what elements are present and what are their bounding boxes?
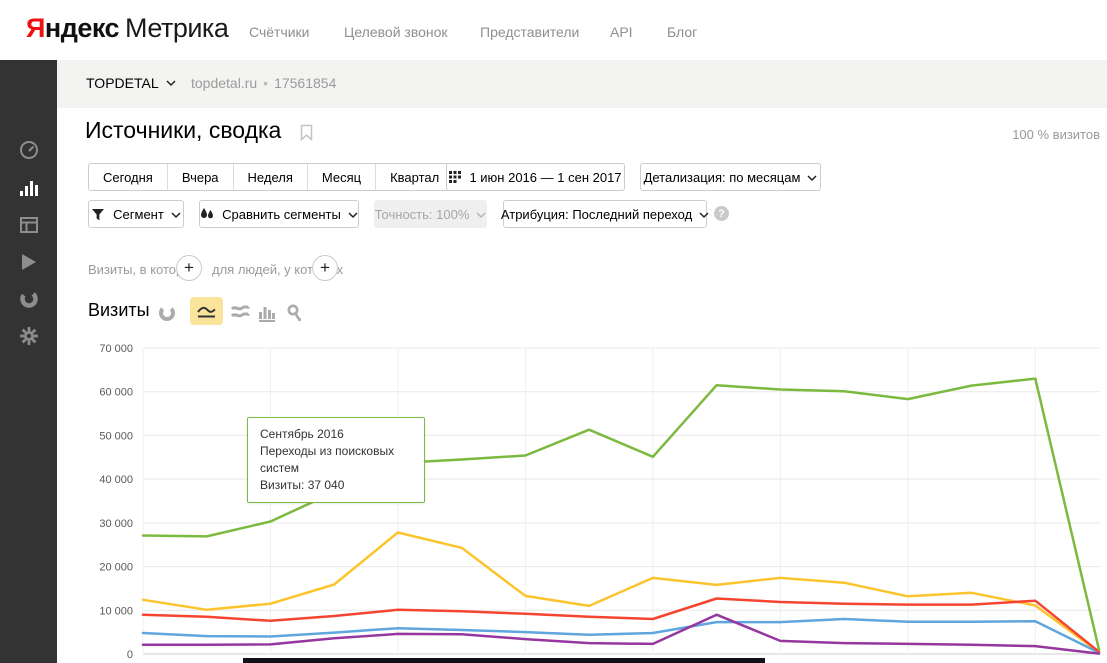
chart-type-stacked-area-icon[interactable]	[230, 303, 250, 323]
page-title: Источники, сводка	[85, 117, 281, 144]
svg-text:60 000: 60 000	[99, 387, 133, 399]
nav-representatives[interactable]: Представители	[480, 24, 579, 40]
detail-dropdown-button[interactable]: Детализация: по месяцам	[640, 163, 821, 191]
chevron-down-icon	[807, 170, 817, 185]
chevron-down-icon	[348, 207, 358, 222]
date-range-button[interactable]: 1 июн 2016 — 1 сен 2017	[446, 163, 625, 191]
counter-meta: topdetal.ru • 17561854	[191, 75, 336, 91]
svg-text:0: 0	[127, 649, 133, 661]
chevron-down-icon	[699, 207, 709, 222]
left-sidebar	[0, 60, 57, 663]
two-drops-icon	[200, 207, 214, 221]
nav-api[interactable]: API	[610, 24, 633, 40]
period-button-group: Сегодня Вчера Неделя Месяц Квартал Год	[88, 163, 504, 191]
yandex-metrika-logo[interactable]: ЯндексМетрика	[26, 13, 228, 44]
widgets-layout-icon[interactable]	[0, 212, 57, 238]
period-today-button[interactable]: Сегодня	[89, 164, 167, 190]
counter-bar: TOPDETAL topdetal.ru • 17561854	[57, 60, 1107, 108]
separator-dot: •	[263, 75, 268, 91]
chart-tooltip: Сентябрь 2016 Переходы из поисковых сист…	[247, 417, 425, 503]
accuracy-label: Точность: 100%	[375, 207, 470, 222]
period-quarter-button[interactable]: Квартал	[375, 164, 453, 190]
nav-counters[interactable]: Счётчики	[249, 24, 310, 40]
nav-target-call[interactable]: Целевой звонок	[344, 24, 448, 40]
period-yesterday-button[interactable]: Вчера	[167, 164, 233, 190]
period-week-button[interactable]: Неделя	[233, 164, 307, 190]
chart-type-pie-icon[interactable]	[157, 303, 177, 323]
chart-type-columns-icon[interactable]	[257, 303, 277, 323]
logo-ya-letter: Я	[26, 13, 45, 43]
counter-selector[interactable]: TOPDETAL	[86, 75, 176, 91]
chart-canvas: 0 10 000 20 000 30 000 40 000 50 000 60 000 70 …	[0, 340, 1107, 663]
dashboard-gauge-icon[interactable]	[0, 137, 57, 163]
add-people-condition-button[interactable]: +	[312, 255, 338, 281]
bookmark-icon[interactable]	[300, 124, 313, 146]
visits-line-chart[interactable]: 0 10 000 20 000 30 000 40 000 50 000 60 000 70 …	[0, 340, 1107, 663]
svg-text:10 000: 10 000	[99, 605, 133, 617]
visits-share-label: 100 % визитов	[1012, 127, 1100, 142]
logo-brand-rest: ндекс	[45, 13, 119, 43]
counter-domain: topdetal.ru	[191, 75, 257, 91]
top-header: ЯндексМетрика Счётчики Целевой звонок Пр…	[0, 0, 1107, 60]
compare-segments-label: Сравнить сегменты	[222, 207, 341, 222]
chevron-down-icon	[166, 80, 176, 87]
svg-text:40 000: 40 000	[99, 474, 133, 486]
svg-text:20 000: 20 000	[99, 562, 133, 574]
attribution-help-icon[interactable]: ?	[714, 206, 729, 221]
conversions-ring-icon[interactable]	[0, 286, 57, 312]
counter-id: 17561854	[274, 75, 336, 91]
tooltip-period: Сентябрь 2016	[260, 426, 412, 443]
svg-text:70 000: 70 000	[99, 343, 133, 355]
chart-type-line-icon[interactable]	[190, 297, 223, 325]
accuracy-dropdown-button[interactable]: Точность: 100%	[374, 200, 487, 228]
counter-name-label: TOPDETAL	[86, 75, 159, 91]
chart-type-map-pin-icon[interactable]	[284, 303, 304, 323]
reports-bars-icon[interactable]	[0, 175, 57, 201]
attribution-label: Атрибуция: Последний переход	[501, 207, 692, 222]
segment-button[interactable]: Сегмент	[88, 200, 184, 228]
chevron-down-icon	[476, 207, 486, 222]
metric-title: Визиты	[88, 300, 150, 321]
period-month-button[interactable]: Месяц	[307, 164, 375, 190]
date-range-label: 1 июн 2016 — 1 сен 2017	[469, 170, 621, 185]
compare-segments-button[interactable]: Сравнить сегменты	[199, 200, 359, 228]
calendar-grid-icon	[449, 171, 461, 183]
segment-label: Сегмент	[113, 207, 164, 222]
funnel-icon	[91, 208, 105, 221]
metrika-app: ЯндексМетрика Счётчики Целевой звонок Пр…	[0, 0, 1107, 663]
cutoff-content-strip	[243, 658, 765, 663]
add-visit-condition-button[interactable]: +	[176, 255, 202, 281]
webvisor-play-icon[interactable]	[0, 249, 57, 275]
tooltip-series-name: Переходы из поисковых систем	[260, 443, 412, 477]
svg-text:50 000: 50 000	[99, 430, 133, 442]
attribution-dropdown-button[interactable]: Атрибуция: Последний переход	[503, 200, 707, 228]
detail-label: Детализация: по месяцам	[644, 170, 801, 185]
svg-text:30 000: 30 000	[99, 518, 133, 530]
tooltip-value: Визиты: 37 040	[260, 477, 412, 494]
settings-gear-icon[interactable]	[0, 323, 57, 349]
chevron-down-icon	[171, 207, 181, 222]
nav-blog[interactable]: Блог	[667, 24, 697, 40]
logo-product: Метрика	[125, 13, 228, 43]
